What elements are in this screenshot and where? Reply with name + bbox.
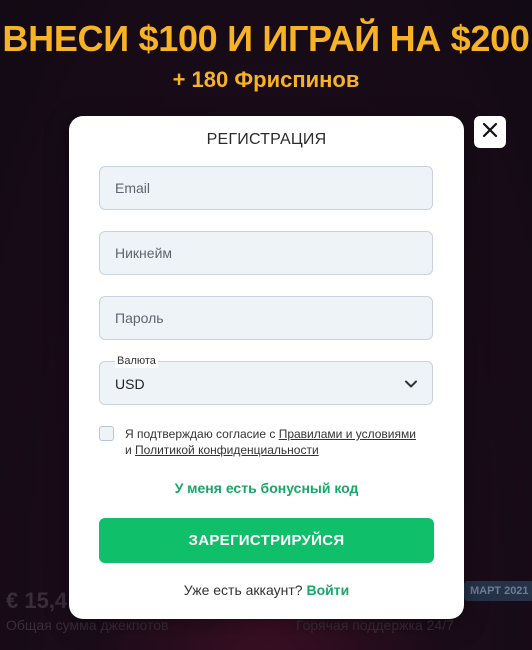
- login-link[interactable]: Войти: [306, 582, 349, 598]
- support-label: Горячая поддержка 24/7: [296, 617, 454, 633]
- register-button[interactable]: ЗАРЕГИСТРИРУЙСЯ: [99, 518, 434, 563]
- email-input[interactable]: [100, 167, 432, 209]
- jackpot-amount: € 15,4: [6, 588, 68, 613]
- date-badge: МАРТ 2021: [464, 581, 532, 601]
- currency-label: Валюта: [115, 354, 158, 368]
- password-input[interactable]: [100, 297, 432, 339]
- modal-title: РЕГИСТРАЦИЯ: [206, 131, 327, 148]
- close-icon: [482, 122, 498, 143]
- currency-value: USD: [115, 376, 145, 392]
- bonus-code-link[interactable]: У меня есть бонусный код: [69, 480, 464, 496]
- consent-checkbox[interactable]: [99, 426, 114, 441]
- consent-text: Я подтверждаю согласие с Правилами и усл…: [125, 426, 445, 458]
- chevron-down-icon: [404, 377, 418, 396]
- password-field[interactable]: [99, 296, 433, 340]
- privacy-link[interactable]: Политикой конфиденциальности: [135, 443, 319, 457]
- jackpot-label: Общая сумма джекпотов: [6, 617, 169, 633]
- consent-middle: и: [125, 443, 136, 457]
- currency-select[interactable]: Валюта USD: [99, 354, 433, 405]
- promo-title: ВНЕСИ $100 И ИГРАЙ НА $200: [2, 18, 530, 59]
- consent-prefix: Я подтверждаю согласие с: [125, 427, 279, 441]
- registration-modal: РЕГИСТРАЦИЯ Валюта USD Я подтверждаю сог…: [69, 116, 464, 619]
- login-prompt: Уже есть аккаунт?: [183, 582, 307, 598]
- email-field[interactable]: [99, 166, 433, 210]
- promo-subtitle: + 180 Фриспинов: [172, 67, 360, 92]
- login-row: Уже есть аккаунт? Войти: [69, 582, 464, 598]
- nickname-input[interactable]: [100, 232, 432, 274]
- close-button[interactable]: [474, 116, 506, 148]
- nickname-field[interactable]: [99, 231, 433, 275]
- terms-link[interactable]: Правилами и условиями: [279, 427, 416, 441]
